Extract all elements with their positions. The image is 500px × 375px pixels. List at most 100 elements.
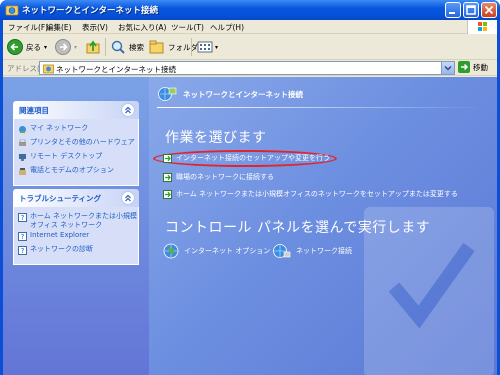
troubleshoot-item-ie[interactable]: ? Internet Explorer <box>14 231 138 244</box>
views-dropdown-icon[interactable]: ▾ <box>215 44 218 51</box>
search-label: 検索 <box>129 42 144 52</box>
svg-text:?: ? <box>21 247 25 255</box>
toolbar-separator <box>105 38 106 56</box>
cp-item-label: インターネット オプション <box>184 247 271 255</box>
task-label: ホーム ネットワークまたは小規模オフィスのネットワークをセットアップまたは変更す… <box>176 190 458 198</box>
task-connect-workplace[interactable]: 職場のネットワークに接続する <box>163 172 274 182</box>
up-folder-icon <box>86 40 100 54</box>
up-folder-button[interactable] <box>85 38 101 56</box>
forward-dropdown-icon[interactable]: ▾ <box>74 44 77 51</box>
related-item-label: 電話とモデムのオプション <box>30 166 114 174</box>
address-bar: アドレス(D) ネットワークとインターネット接続 移動 <box>3 60 497 76</box>
windows-flag-icon <box>478 22 487 31</box>
network-places-icon <box>19 126 26 133</box>
network-connections-icon <box>273 244 291 258</box>
task-label: 職場のネットワークに接続する <box>176 173 274 181</box>
remote-desktop-icon <box>19 154 26 161</box>
menu-favorites[interactable]: お気に入り(A) <box>118 22 166 33</box>
back-label: 戻る <box>26 42 41 52</box>
related-item-remote-desktop[interactable]: リモート デスクトップ <box>14 152 138 165</box>
troubleshooting-title: トラブルシューティング <box>19 194 102 203</box>
related-topics-list: マイ ネットワーク プリンタとその他のハードウェア リモート デスクトップ 電話… <box>13 119 139 186</box>
related-item-printers[interactable]: プリンタとその他のハードウェア <box>14 138 138 151</box>
menu-help[interactable]: ヘルプ(H) <box>210 22 244 33</box>
chevron-up-icon <box>125 194 131 202</box>
troubleshoot-item-label: Internet Explorer <box>30 231 90 239</box>
globe-icon <box>163 243 179 259</box>
category-title: ネットワークとインターネット接続 <box>183 89 303 99</box>
collapse-button[interactable] <box>121 191 135 205</box>
help-icon: ? <box>18 246 27 255</box>
minimize-button[interactable] <box>445 2 461 18</box>
svg-text:?: ? <box>21 233 25 241</box>
back-dropdown-icon[interactable]: ▾ <box>44 44 47 51</box>
close-button[interactable] <box>481 2 497 18</box>
address-input[interactable]: ネットワークとインターネット接続 <box>39 61 455 75</box>
folders-icon <box>149 40 164 54</box>
forward-arrow-icon <box>55 39 71 55</box>
network-internet-icon <box>158 87 177 101</box>
task-arrow-icon <box>163 153 172 163</box>
troubleshoot-item-home-network[interactable]: ? ホーム ネットワークまたは小規模オフィス ネットワーク <box>14 212 138 230</box>
cp-item-label: ネットワーク接続 <box>296 247 352 255</box>
network-folder-icon <box>5 5 19 16</box>
go-arrow-icon <box>458 61 470 73</box>
printer-icon <box>19 139 26 146</box>
toolbar: 戻る ▾ ▾ 検索 フォルダ ▾ <box>3 34 497 60</box>
cp-internet-options[interactable]: インターネット オプション <box>163 243 270 259</box>
go-label: 移動 <box>473 62 488 72</box>
related-item-label: リモート デスクトップ <box>30 152 103 160</box>
pick-task-title: 作業を選びます <box>165 130 267 146</box>
related-item-label: プリンタとその他のハードウェア <box>30 138 135 146</box>
help-icon: ? <box>18 232 27 241</box>
category-header: ネットワークとインターネット接続 <box>157 85 303 103</box>
related-item-label: マイ ネットワーク <box>30 124 89 132</box>
menu-view[interactable]: 表示(V) <box>82 22 108 33</box>
toolbar-separator <box>191 38 192 56</box>
close-icon <box>484 5 494 15</box>
minimize-icon <box>449 12 455 14</box>
title-bar[interactable]: ネットワークとインターネット接続 <box>0 0 500 20</box>
pick-control-panel-title: コントロール パネルを選んで実行します <box>165 220 431 236</box>
go-button[interactable]: 移動 <box>458 61 488 73</box>
svg-text:?: ? <box>21 214 25 222</box>
phone-modem-icon <box>19 168 26 175</box>
related-topics-header[interactable]: 関連項目 <box>13 101 139 119</box>
menu-edit[interactable]: 編集(E) <box>46 22 72 33</box>
task-label: インターネット接続のセットアップや変更を行う <box>176 154 330 162</box>
collapse-button[interactable] <box>121 103 135 117</box>
content-pane: ネットワークとインターネット接続 作業を選びます インターネット接続のセットアッ… <box>149 77 497 375</box>
related-topics-title: 関連項目 <box>19 106 49 115</box>
task-pane: 関連項目 マイ ネットワーク プリンタとその他のハードウェア リモート デスクト… <box>3 77 149 375</box>
troubleshoot-item-label: ネットワークの診断 <box>30 245 93 253</box>
back-button[interactable]: 戻る ▾ <box>7 38 47 56</box>
cp-network-connections[interactable]: ネットワーク接続 <box>273 243 352 259</box>
task-setup-home-network[interactable]: ホーム ネットワークまたは小規模オフィスのネットワークをセットアップまたは変更す… <box>163 189 458 199</box>
troubleshoot-item-label: ホーム ネットワークまたは小規模オフィス ネットワーク <box>30 212 138 229</box>
help-icon: ? <box>18 213 27 222</box>
maximize-button[interactable] <box>463 2 479 18</box>
task-setup-internet-connection[interactable]: インターネット接続のセットアップや変更を行う <box>163 153 330 163</box>
menu-tools[interactable]: ツール(T) <box>171 22 204 33</box>
troubleshoot-item-network-diagnostics[interactable]: ? ネットワークの診断 <box>14 245 138 258</box>
menu-file[interactable]: ファイル(F) <box>8 22 48 33</box>
search-icon <box>111 40 125 54</box>
network-folder-icon <box>43 64 54 74</box>
chevron-down-icon <box>444 65 452 71</box>
views-button[interactable]: ▾ <box>197 38 218 56</box>
troubleshooting-header[interactable]: トラブルシューティング <box>13 189 139 207</box>
menu-bar: ファイル(F) 編集(E) 表示(V) お気に入り(A) ツール(T) ヘルプ(… <box>3 20 497 34</box>
chevron-up-icon <box>125 106 131 114</box>
search-button[interactable]: 検索 <box>110 38 144 56</box>
task-arrow-icon <box>163 172 172 182</box>
client-area: ファイル(F) 編集(E) 表示(V) お気に入り(A) ツール(T) ヘルプ(… <box>3 20 497 375</box>
related-topics-panel: 関連項目 マイ ネットワーク プリンタとその他のハードウェア リモート デスクト… <box>13 101 139 186</box>
views-icon <box>197 41 213 53</box>
related-item-my-network[interactable]: マイ ネットワーク <box>14 124 138 137</box>
troubleshooting-panel: トラブルシューティング ? ホーム ネットワークまたは小規模オフィス ネットワー… <box>13 189 139 265</box>
related-item-phone-modem[interactable]: 電話とモデムのオプション <box>14 166 138 179</box>
back-arrow-icon <box>7 39 23 55</box>
address-dropdown-button[interactable] <box>441 62 454 74</box>
forward-button[interactable]: ▾ <box>55 38 77 56</box>
window-title: ネットワークとインターネット接続 <box>22 6 159 16</box>
